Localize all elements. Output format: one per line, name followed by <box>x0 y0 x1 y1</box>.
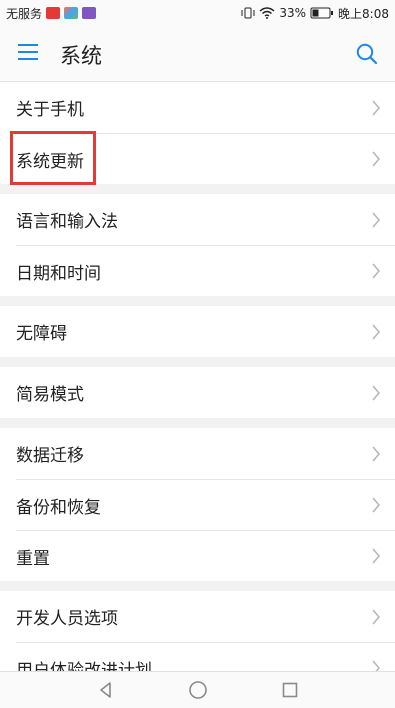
settings-item-user-experience[interactable]: 用户体验改进计划 <box>16 642 395 672</box>
hamburger-menu-icon[interactable] <box>18 44 38 60</box>
settings-item-reset[interactable]: 重置 <box>16 530 395 581</box>
chevron-right-icon <box>372 384 381 401</box>
settings-item-language-input[interactable]: 语言和输入法 <box>0 194 395 245</box>
settings-item-data-migration[interactable]: 数据迁移 <box>0 428 395 479</box>
home-icon[interactable] <box>187 679 209 701</box>
app-header: 系统 <box>0 26 395 82</box>
settings-group-language-time: 语言和输入法 日期和时间 <box>0 194 395 296</box>
carrier-status: 无服务 <box>6 6 43 21</box>
chevron-right-icon <box>372 99 381 116</box>
chevron-right-icon <box>372 548 381 564</box>
settings-group-accessibility: 无障碍 <box>0 306 395 357</box>
settings-item-about-phone[interactable]: 关于手机 <box>0 82 395 133</box>
status-right: 33% 晚上8:08 <box>241 5 389 22</box>
battery-icon <box>310 7 334 19</box>
app-badge-red-icon <box>46 7 61 19</box>
chevron-right-icon <box>372 323 381 340</box>
settings-item-label: 重置 <box>16 548 50 569</box>
settings-group-phone: 关于手机 系统更新 <box>0 82 395 184</box>
settings-item-label: 关于手机 <box>16 100 84 120</box>
settings-item-developer-options[interactable]: 开发人员选项 <box>0 591 395 642</box>
vibrate-icon <box>241 7 255 19</box>
settings-item-label: 用户体验改进计划 <box>16 660 152 673</box>
app-badge-pinwheel-icon <box>64 7 79 19</box>
settings-item-simple-mode[interactable]: 简易模式 <box>0 367 395 418</box>
settings-item-date-time[interactable]: 日期和时间 <box>16 245 395 296</box>
page-title: 系统 <box>60 44 102 68</box>
settings-group-simple-mode: 简易模式 <box>0 367 395 418</box>
wifi-icon <box>259 7 275 19</box>
settings-item-label: 语言和输入法 <box>16 212 118 232</box>
status-bar: 无服务 33% 晚上8:08 <box>0 0 395 26</box>
chevron-right-icon <box>372 445 381 462</box>
back-icon[interactable] <box>95 679 117 701</box>
chevron-right-icon <box>372 211 381 228</box>
status-left: 无服务 <box>6 5 97 22</box>
settings-item-accessibility[interactable]: 无障碍 <box>0 306 395 357</box>
app-badge-video-icon <box>82 7 97 19</box>
chevron-right-icon <box>372 263 381 279</box>
settings-item-system-update[interactable]: 系统更新 <box>16 133 395 184</box>
settings-item-label: 数据迁移 <box>16 446 84 466</box>
navigation-bar <box>0 671 395 708</box>
settings-group-data: 数据迁移 备份和恢复 重置 <box>0 428 395 581</box>
recent-apps-icon[interactable] <box>279 679 301 701</box>
settings-list: 关于手机 系统更新 语言和输入法 日期和时间 无障碍 简易模式 数据迁移 备份和… <box>0 82 395 672</box>
settings-item-label: 系统更新 <box>16 151 84 172</box>
settings-item-label: 日期和时间 <box>16 263 101 284</box>
settings-item-backup-restore[interactable]: 备份和恢复 <box>16 479 395 530</box>
settings-item-label: 无障碍 <box>16 324 67 344</box>
settings-item-label: 备份和恢复 <box>16 497 101 518</box>
settings-item-label: 开发人员选项 <box>16 609 118 629</box>
chevron-right-icon <box>372 151 381 167</box>
battery-percentage: 33% <box>279 6 307 20</box>
settings-item-label: 简易模式 <box>16 385 84 405</box>
chevron-right-icon <box>372 497 381 513</box>
settings-group-developer: 开发人员选项 用户体验改进计划 <box>0 591 395 672</box>
search-icon[interactable] <box>355 42 379 66</box>
chevron-right-icon <box>372 608 381 625</box>
clock: 晚上8:08 <box>338 6 389 21</box>
